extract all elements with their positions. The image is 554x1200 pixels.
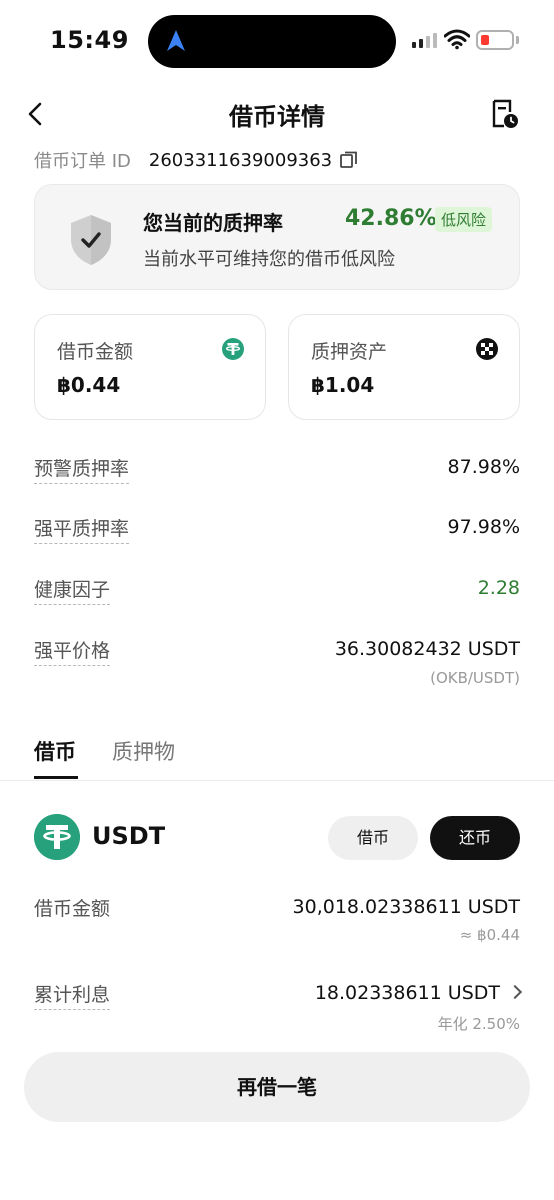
tab-collateral[interactable]: 质押物 (112, 736, 175, 766)
page-title: 借币详情 (229, 103, 325, 131)
asset-name: USDT (92, 822, 166, 850)
accrued-interest-label[interactable]: 累计利息 (34, 980, 111, 1010)
risk-description: 当前水平可维持您的借币低风险 (143, 249, 395, 270)
borrow-amount-value: ฿0.44 (57, 373, 121, 397)
repay-button[interactable]: 还币 (430, 816, 520, 860)
battery-icon (476, 30, 514, 50)
order-id-row: 借币订单 ID 2603311639009363 (34, 147, 358, 173)
active-tab-indicator (34, 776, 78, 779)
liquidation-price-value: 36.30082432 USDT (334, 638, 520, 660)
navigation-arrow-icon (167, 30, 185, 51)
chevron-right-icon (507, 984, 523, 1000)
cellular-signal-icon (412, 33, 437, 48)
liquidation-ratio-value: 97.98% (447, 516, 520, 538)
accrued-interest-value: 18.02338611 USDT (314, 982, 500, 1004)
battery-cap (516, 36, 519, 44)
liquidation-price-label[interactable]: 强平价格 (34, 636, 111, 666)
okb-icon (476, 338, 498, 360)
order-id-value: 2603311639009363 (148, 149, 333, 171)
borrow-amount-card: 借币金额 ฿0.44 (34, 314, 266, 420)
health-factor-label[interactable]: 健康因子 (34, 575, 111, 605)
liquidation-price-pair: (OKB/USDT) (430, 669, 520, 687)
liquidation-ratio-label[interactable]: 强平质押率 (34, 514, 130, 544)
borrow-again-button[interactable]: 再借一笔 (24, 1052, 530, 1122)
collateral-ratio-card: 您当前的质押率 42.86% 低风险 当前水平可维持您的借币低风险 (34, 184, 520, 290)
battery-level (481, 35, 489, 45)
collateral-ratio-value: 42.86% (345, 206, 437, 231)
annual-rate: 年化 2.50% (437, 1015, 520, 1033)
accrued-interest-row[interactable]: 18.02338611 USDT (314, 982, 523, 1004)
tab-borrow[interactable]: 借币 (34, 736, 76, 766)
collateral-ratio-title: 您当前的质押率 (143, 211, 283, 235)
warning-ratio-label[interactable]: 预警质押率 (34, 454, 130, 484)
usdt-logo-icon (34, 814, 80, 860)
risk-level-badge: 低风险 (435, 207, 493, 232)
shield-check-icon (71, 215, 111, 265)
warning-ratio-value: 87.98% (447, 456, 520, 478)
borrowed-amount-value: 30,018.02338611 USDT (292, 896, 520, 918)
copy-icon[interactable] (340, 151, 358, 169)
order-id-label: 借币订单 ID (34, 151, 131, 172)
borrow-amount-label: 借币金额 (57, 341, 134, 363)
dynamic-island (148, 15, 396, 68)
borrowed-amount-label: 借币金额 (34, 898, 111, 920)
collateral-asset-card: 质押资产 ฿1.04 (288, 314, 520, 420)
tether-icon (222, 338, 244, 360)
status-time: 15:49 (50, 26, 129, 54)
wifi-icon (444, 29, 470, 50)
collateral-asset-label: 质押资产 (311, 341, 388, 363)
health-factor-value: 2.28 (477, 577, 520, 599)
collateral-asset-value: ฿1.04 (311, 373, 375, 397)
order-history-icon[interactable] (488, 98, 520, 130)
tab-divider (0, 780, 554, 781)
borrow-button[interactable]: 借币 (328, 816, 418, 860)
borrowed-amount-converted: ≈ ฿0.44 (459, 926, 520, 944)
status-bar: 15:49 (0, 0, 554, 84)
